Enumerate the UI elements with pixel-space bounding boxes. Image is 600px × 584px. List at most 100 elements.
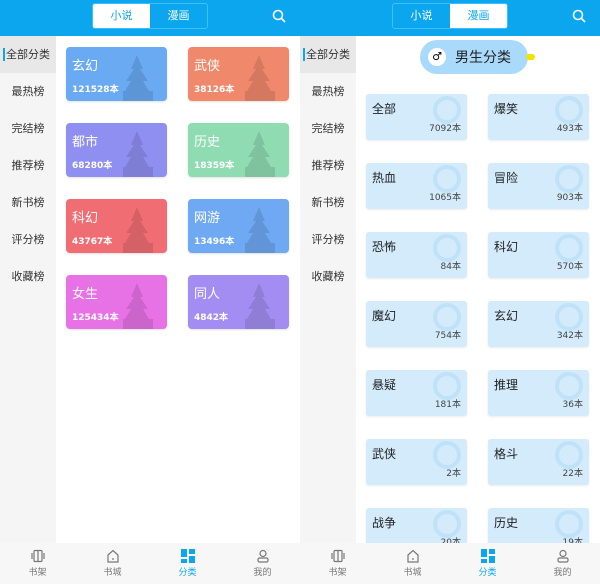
nav-label: 书城 bbox=[403, 568, 422, 578]
category-count: 68280本 bbox=[72, 161, 113, 171]
male-icon: ♂ bbox=[428, 48, 446, 66]
sidebar-item[interactable]: 评分榜 bbox=[300, 221, 356, 258]
sidebar-item[interactable]: 全部分类 bbox=[300, 36, 356, 73]
category-card[interactable]: 同人 4842本 bbox=[188, 275, 289, 329]
category-name: 同人 bbox=[194, 287, 221, 302]
nav-label: 书城 bbox=[103, 568, 122, 578]
comic-category-card[interactable]: 推理 36本 bbox=[488, 370, 589, 416]
category-name: 历史 bbox=[194, 135, 221, 150]
bookshelf-icon bbox=[300, 549, 375, 563]
sidebar-item[interactable]: 全部分类 bbox=[0, 36, 56, 73]
tab-novel[interactable]: 小说 bbox=[93, 4, 150, 28]
nav-item[interactable]: 书架 bbox=[300, 543, 375, 584]
nav-item[interactable]: 书城 bbox=[75, 543, 150, 584]
category-card[interactable]: 历史 18359本 bbox=[188, 123, 289, 177]
tab-comic[interactable]: 漫画 bbox=[150, 4, 207, 28]
sidebar-item[interactable]: 新书榜 bbox=[0, 184, 56, 221]
sidebar-item[interactable]: 新书榜 bbox=[300, 184, 356, 221]
category-count: 121528本 bbox=[72, 85, 119, 95]
category-name: 网游 bbox=[194, 211, 221, 226]
category-count: 493本 bbox=[556, 124, 583, 134]
male-watermark-icon bbox=[433, 510, 461, 538]
search-icon[interactable] bbox=[572, 9, 586, 23]
sidebar-item[interactable]: 推荐榜 bbox=[300, 147, 356, 184]
type-switch: 小说 漫画 bbox=[392, 3, 508, 29]
sidebar-item[interactable]: 收藏榜 bbox=[300, 258, 356, 295]
nav-item[interactable]: 书城 bbox=[375, 543, 450, 584]
comic-category-card[interactable]: 科幻 570本 bbox=[488, 232, 589, 278]
category-count: 22本 bbox=[562, 469, 583, 479]
category-count: 7092本 bbox=[429, 124, 461, 134]
category-count: 13496本 bbox=[194, 237, 235, 247]
section-title: ♂ 男生分类 bbox=[420, 40, 528, 74]
comic-category-card[interactable]: 格斗 22本 bbox=[488, 439, 589, 485]
bottom-nav: 书架 书城 分类 我的 bbox=[0, 543, 300, 584]
male-watermark-icon bbox=[555, 441, 583, 469]
profile-icon bbox=[525, 549, 600, 563]
category-count: 4842本 bbox=[194, 313, 229, 323]
category-icon bbox=[450, 549, 525, 563]
nav-label: 我的 bbox=[253, 568, 272, 578]
category-name: 都市 bbox=[72, 135, 99, 150]
category-count: 84本 bbox=[440, 262, 461, 272]
bookstore-icon bbox=[375, 549, 450, 563]
comic-category-card[interactable]: 爆笑 493本 bbox=[488, 94, 589, 140]
comic-category-card[interactable]: 悬疑 181本 bbox=[366, 370, 467, 416]
bookstore-icon bbox=[75, 549, 150, 563]
male-watermark-icon bbox=[433, 303, 461, 331]
category-count: 903本 bbox=[556, 193, 583, 203]
category-count: 181本 bbox=[434, 400, 461, 410]
sidebar-item[interactable]: 最热榜 bbox=[0, 73, 56, 110]
male-watermark-icon bbox=[555, 372, 583, 400]
category-card[interactable]: 科幻 43767本 bbox=[66, 199, 167, 253]
category-card[interactable]: 网游 13496本 bbox=[188, 199, 289, 253]
comic-category-card[interactable]: 玄幻 342本 bbox=[488, 301, 589, 347]
search-icon[interactable] bbox=[272, 9, 286, 23]
nav-item[interactable]: 我的 bbox=[225, 543, 300, 584]
comic-category-card[interactable]: 武侠 2本 bbox=[366, 439, 467, 485]
sidebar-item[interactable]: 评分榜 bbox=[0, 221, 56, 258]
comic-category-card[interactable]: 恐怖 84本 bbox=[366, 232, 467, 278]
comic-category-card[interactable]: 魔幻 754本 bbox=[366, 301, 467, 347]
male-watermark-icon bbox=[433, 165, 461, 193]
category-name: 武侠 bbox=[194, 59, 221, 74]
nav-label: 我的 bbox=[553, 568, 572, 578]
male-watermark-icon bbox=[433, 372, 461, 400]
indicator-dot bbox=[526, 54, 535, 60]
category-name: 科幻 bbox=[72, 211, 99, 226]
category-card[interactable]: 女生 125434本 bbox=[66, 275, 167, 329]
sidebar-item[interactable]: 推荐榜 bbox=[0, 147, 56, 184]
tab-comic[interactable]: 漫画 bbox=[450, 4, 507, 28]
comic-category-card[interactable]: 热血 1065本 bbox=[366, 163, 467, 209]
header: 小说 漫画 bbox=[300, 0, 600, 36]
sidebar-item[interactable]: 收藏榜 bbox=[0, 258, 56, 295]
comic-category-card[interactable]: 全部 7092本 bbox=[366, 94, 467, 140]
bottom-nav: 书架 书城 分类 我的 bbox=[300, 543, 600, 584]
category-count: 43767本 bbox=[72, 237, 113, 247]
nav-item[interactable]: 分类 bbox=[150, 543, 225, 584]
nav-item[interactable]: 分类 bbox=[450, 543, 525, 584]
male-watermark-icon bbox=[555, 96, 583, 124]
male-watermark-icon bbox=[555, 234, 583, 262]
category-card[interactable]: 武侠 38126本 bbox=[188, 47, 289, 101]
tab-novel[interactable]: 小说 bbox=[393, 4, 450, 28]
sidebar-item[interactable]: 最热榜 bbox=[300, 73, 356, 110]
male-watermark-icon bbox=[433, 96, 461, 124]
nav-label: 书架 bbox=[28, 568, 47, 578]
nav-label: 分类 bbox=[178, 568, 197, 578]
bookshelf-icon bbox=[0, 549, 75, 563]
sidebar-item[interactable]: 完结榜 bbox=[300, 110, 356, 147]
nav-item[interactable]: 书架 bbox=[0, 543, 75, 584]
male-watermark-icon bbox=[555, 303, 583, 331]
male-watermark-icon bbox=[433, 441, 461, 469]
novel-panel: 小说 漫画 全部分类 最热榜 完结榜 推荐榜 新书榜 评分榜 收藏榜 玄幻 121528本 武侠… bbox=[0, 0, 300, 584]
sidebar-item[interactable]: 完结榜 bbox=[0, 110, 56, 147]
nav-item[interactable]: 我的 bbox=[525, 543, 600, 584]
comic-category-card[interactable]: 冒险 903本 bbox=[488, 163, 589, 209]
category-count: 18359本 bbox=[194, 161, 235, 171]
category-icon bbox=[150, 549, 225, 563]
category-card[interactable]: 都市 68280本 bbox=[66, 123, 167, 177]
category-count: 754本 bbox=[434, 331, 461, 341]
header: 小说 漫画 bbox=[0, 0, 300, 36]
category-card[interactable]: 玄幻 121528本 bbox=[66, 47, 167, 101]
